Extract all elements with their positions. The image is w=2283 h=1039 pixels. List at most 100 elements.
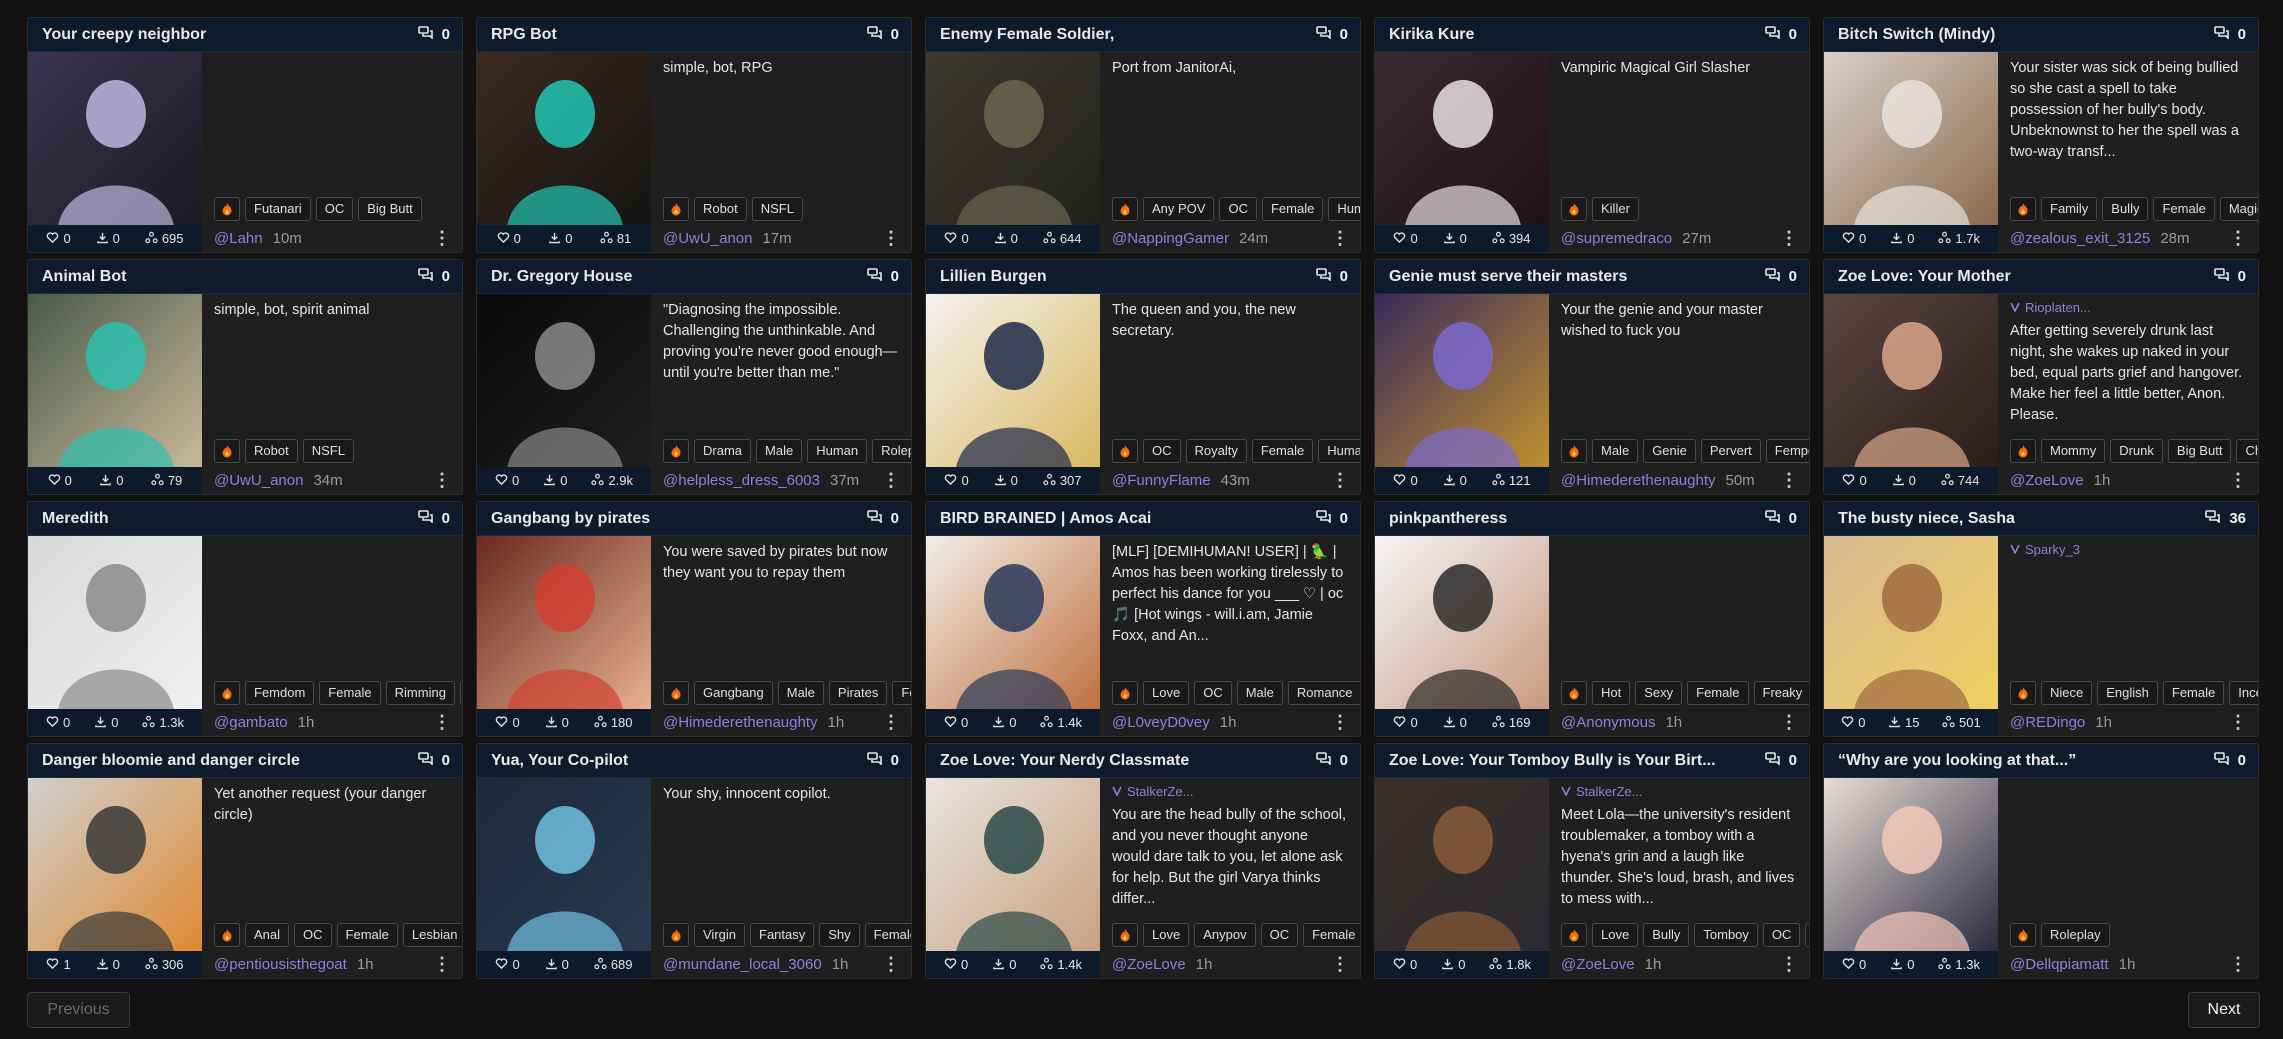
tag[interactable]: OC	[1260, 923, 1299, 947]
download-icon[interactable]	[548, 231, 561, 247]
heart-icon[interactable]	[1393, 231, 1406, 247]
character-card[interactable]: The busty niece, Sasha 36 0 15 501 Spark…	[1823, 501, 2259, 737]
character-card[interactable]: Animal Bot 0 0 0 79 simple, bot, spirit …	[27, 259, 463, 495]
tag[interactable]: Human	[1328, 197, 1360, 221]
character-card[interactable]: Yua, Your Co-pilot 0 0 0 689 Your shy, i…	[476, 743, 912, 979]
heart-icon[interactable]	[495, 473, 508, 489]
author-link[interactable]: @pentiousisthegoat	[214, 956, 347, 973]
author-link[interactable]: @supremedraco	[1561, 230, 1672, 247]
character-avatar[interactable]	[477, 52, 651, 226]
author-link[interactable]: @mundane_local_3060	[663, 956, 822, 973]
character-card[interactable]: Zoe Love: Your Tomboy Bully is Your Birt…	[1374, 743, 1810, 979]
heart-icon[interactable]	[944, 957, 957, 973]
more-options-icon[interactable]: ⋮	[882, 228, 900, 249]
tag[interactable]: Fempo	[1765, 439, 1809, 463]
tag[interactable]: NSFL	[751, 197, 803, 221]
tag[interactable]: OC	[1143, 439, 1181, 463]
tag[interactable]: Pirates	[828, 681, 888, 705]
heart-icon[interactable]	[944, 473, 957, 489]
tag[interactable]: Female	[1687, 681, 1749, 705]
character-card[interactable]: Zoe Love: Your Mother 0 0 0 744 Rioplate…	[1823, 259, 2259, 495]
author-link[interactable]: @NappingGamer	[1112, 230, 1229, 247]
character-avatar[interactable]	[28, 778, 202, 952]
more-options-icon[interactable]: ⋮	[2229, 954, 2247, 975]
character-avatar[interactable]	[1824, 536, 1998, 710]
heart-icon[interactable]	[1393, 473, 1406, 489]
creator-name[interactable]: StalkerZe...	[1127, 784, 1193, 799]
tag[interactable]: Roleplay	[2041, 923, 2110, 947]
tag[interactable]: Freaky	[1753, 681, 1809, 705]
author-link[interactable]: @zealous_exit_3125	[2010, 230, 2150, 247]
tag[interactable]: Anal	[245, 923, 290, 947]
next-button[interactable]: Next	[2188, 992, 2260, 1028]
tag[interactable]: Niece	[2041, 681, 2093, 705]
tag[interactable]: Genie	[1643, 439, 1696, 463]
tag[interactable]: Fe	[892, 681, 911, 705]
download-icon[interactable]	[545, 715, 558, 731]
card-title[interactable]: The busty niece, Sasha	[1838, 510, 2195, 528]
card-title[interactable]: “Why are you looking at that...”	[1838, 752, 2204, 770]
card-title[interactable]: Zoe Love: Your Tomboy Bully is Your Birt…	[1389, 752, 1755, 770]
tag[interactable]: Ince	[2229, 681, 2258, 705]
card-title[interactable]: Yua, Your Co-pilot	[491, 752, 857, 770]
tag[interactable]: Shy	[819, 923, 860, 947]
heart-icon[interactable]	[1393, 957, 1406, 973]
card-title[interactable]: BIRD BRAINED | Amos Acai	[940, 510, 1306, 528]
tag[interactable]: G	[1805, 923, 1809, 947]
heart-icon[interactable]	[944, 231, 957, 247]
card-title[interactable]: Animal Bot	[42, 268, 408, 286]
card-title[interactable]: Enemy Female Soldier,	[940, 26, 1306, 44]
tag[interactable]: Human	[1318, 439, 1360, 463]
tag[interactable]: OC	[294, 923, 332, 947]
tag[interactable]: Royalty	[1185, 439, 1247, 463]
tag[interactable]: Magic	[2219, 197, 2258, 221]
download-icon[interactable]	[545, 957, 558, 973]
character-avatar[interactable]	[1824, 778, 1998, 952]
tag[interactable]: Lesbian	[402, 923, 462, 947]
character-avatar[interactable]	[28, 52, 202, 226]
more-options-icon[interactable]: ⋮	[2229, 470, 2247, 491]
download-icon[interactable]	[994, 473, 1007, 489]
character-card[interactable]: Genie must serve their masters 0 0 0 121…	[1374, 259, 1810, 495]
character-avatar[interactable]	[477, 536, 651, 710]
character-card[interactable]: “Why are you looking at that...” 0 0 0 1…	[1823, 743, 2259, 979]
tag[interactable]: Love	[1592, 923, 1639, 947]
card-title[interactable]: pinkpantheress	[1389, 510, 1755, 528]
tag[interactable]: Robot	[245, 439, 298, 463]
tag[interactable]: OC	[1194, 681, 1232, 705]
more-options-icon[interactable]: ⋮	[1331, 954, 1349, 975]
author-link[interactable]: @helpless_dress_6003	[663, 472, 820, 489]
download-icon[interactable]	[992, 715, 1005, 731]
download-icon[interactable]	[1443, 473, 1456, 489]
download-icon[interactable]	[1890, 957, 1903, 973]
tag[interactable]: English	[2097, 681, 2158, 705]
card-title[interactable]: Zoe Love: Your Nerdy Classmate	[940, 752, 1306, 770]
character-avatar[interactable]	[1375, 52, 1549, 226]
tag[interactable]: Femdom	[245, 681, 315, 705]
character-avatar[interactable]	[477, 294, 651, 468]
more-options-icon[interactable]: ⋮	[1331, 228, 1349, 249]
download-icon[interactable]	[1443, 231, 1456, 247]
character-card[interactable]: Lillien Burgen 0 0 0 307 The queen and y…	[925, 259, 1361, 495]
tag[interactable]: Female	[1303, 923, 1360, 947]
card-title[interactable]: Zoe Love: Your Mother	[1838, 268, 2204, 286]
tag[interactable]: Female	[1261, 197, 1324, 221]
tag[interactable]: Bully	[2102, 197, 2149, 221]
tag[interactable]: NSFL	[302, 439, 354, 463]
creator-badge[interactable]: Rioplaten...	[2010, 300, 2246, 315]
card-title[interactable]: Genie must serve their masters	[1389, 268, 1755, 286]
author-link[interactable]: @ZoeLove	[2010, 472, 2084, 489]
heart-icon[interactable]	[1842, 473, 1855, 489]
tag[interactable]: Love	[1143, 923, 1190, 947]
more-options-icon[interactable]: ⋮	[433, 470, 451, 491]
more-options-icon[interactable]: ⋮	[1331, 470, 1349, 491]
tag[interactable]: Futanari	[245, 197, 311, 221]
tag[interactable]: Killer	[1592, 197, 1639, 221]
tag[interactable]: Pervert	[1700, 439, 1761, 463]
author-link[interactable]: @ZoeLove	[1112, 956, 1186, 973]
character-card[interactable]: RPG Bot 0 0 0 81 simple, bot, RPG Robot N…	[476, 17, 912, 253]
tag[interactable]: Female	[864, 923, 911, 947]
creator-badge[interactable]: Sparky_3	[2010, 542, 2246, 557]
tag[interactable]: Rimming	[385, 681, 455, 705]
character-card[interactable]: Kirika Kure 0 0 0 394 Vampiric Magical G…	[1374, 17, 1810, 253]
